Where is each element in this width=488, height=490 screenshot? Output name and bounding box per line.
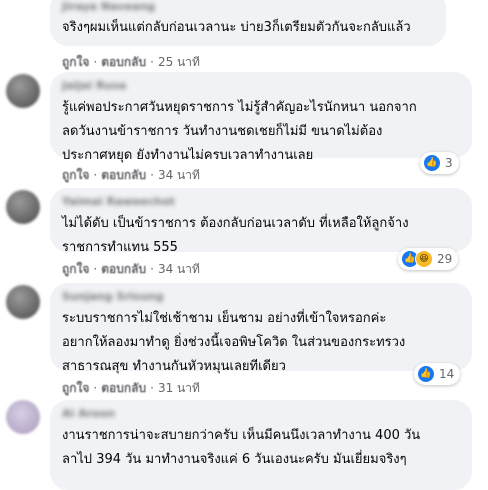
comment-author[interactable]: Yaimai Raweechot: [62, 195, 175, 208]
like-link[interactable]: ถูกใจ: [62, 262, 89, 276]
haha-icon: 😆: [415, 250, 433, 268]
reaction-summary[interactable]: 👍 3: [420, 152, 459, 174]
comment-actions: ถูกใจ · ตอบกลับ · 34 นาที: [62, 168, 200, 182]
reply-link[interactable]: ตอบกลับ: [101, 55, 146, 69]
comment-author[interactable]: Sunjang Srisung: [62, 290, 164, 303]
like-link[interactable]: ถูกใจ: [62, 168, 89, 182]
comment-time[interactable]: 31 นาที: [158, 381, 200, 395]
reaction-summary[interactable]: 👍 14: [414, 363, 461, 385]
like-link[interactable]: ถูกใจ: [62, 381, 89, 395]
reaction-count: 14: [439, 367, 455, 381]
comment-author[interactable]: Jiraya Naveang: [62, 0, 155, 13]
reply-link[interactable]: ตอบกลับ: [101, 168, 146, 182]
comment-actions: ถูกใจ · ตอบกลับ · 34 นาที: [62, 262, 200, 276]
avatar[interactable]: [6, 74, 40, 108]
comment-actions: ถูกใจ · ตอบกลับ · 31 นาที: [62, 381, 200, 395]
avatar[interactable]: [6, 400, 40, 434]
comment-time[interactable]: 25 นาที: [158, 55, 200, 69]
like-icon: 👍: [417, 365, 435, 383]
reaction-count: 29: [437, 252, 453, 266]
like-link[interactable]: ถูกใจ: [62, 55, 89, 69]
comment-bubble: Yaimai Raweechot ไม่ได้ดับ เป็นข้าราชการ…: [50, 188, 472, 255]
comment-text: งานราชการน่าจะสบายกว่าครับ เห็นมีคนนึงเว…: [62, 428, 421, 467]
comment-bubble: Jiraya Naveang จริงๆผมเห็นแต่กลับก่อนเวล…: [50, 0, 446, 46]
comment-bubble: Sunjang Srisung ระบบราชการไม่ใช่เช้าชาม …: [50, 283, 472, 374]
avatar[interactable]: [6, 285, 40, 319]
avatar[interactable]: [6, 190, 40, 224]
like-icon: 👍: [423, 154, 441, 172]
reply-link[interactable]: ตอบกลับ: [101, 262, 146, 276]
comment-bubble: Jaijai Rusa รู้แค่พอประกาศวันหยุดราชการ …: [50, 72, 472, 163]
reply-link[interactable]: ตอบกลับ: [101, 381, 146, 395]
comment-author[interactable]: Ai Aroon: [62, 407, 115, 420]
reaction-summary[interactable]: 👍 😆 29: [398, 248, 459, 270]
reaction-count: 3: [445, 156, 453, 170]
comment-time[interactable]: 34 นาที: [158, 168, 200, 182]
comment-text: จริงๆผมเห็นแต่กลับก่อนเวลานะ บ่าย3ก็เตรี…: [62, 20, 411, 35]
comment-time[interactable]: 34 นาที: [158, 262, 200, 276]
comment-bubble: Ai Aroon งานราชการน่าจะสบายกว่าครับ เห็น…: [50, 400, 472, 490]
comment-author[interactable]: Jaijai Rusa: [62, 79, 126, 92]
comment-actions: ถูกใจ · ตอบกลับ · 25 นาที: [62, 55, 200, 69]
